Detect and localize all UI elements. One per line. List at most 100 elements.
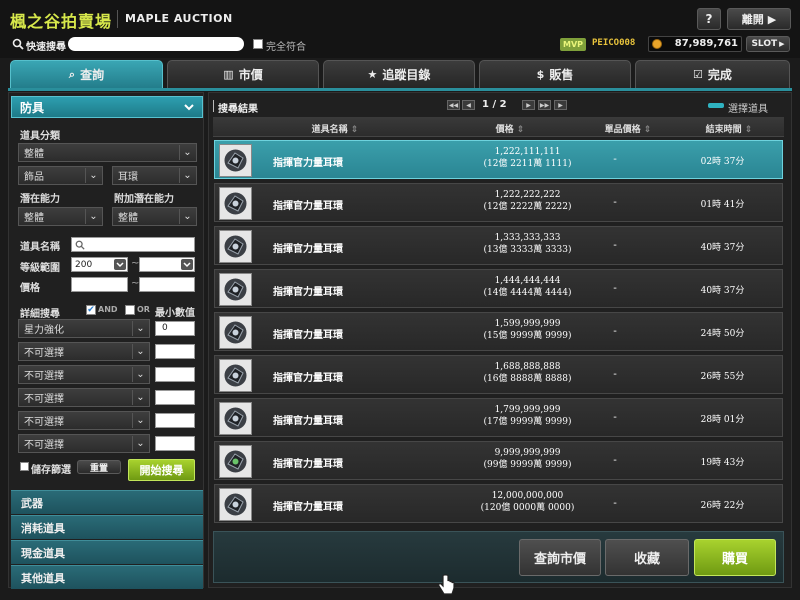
category-consumable[interactable]: 消耗道具 (11, 515, 203, 539)
jump-page-button[interactable]: ▶ (554, 100, 567, 110)
tab-complete[interactable]: ☑ 完成 (635, 60, 790, 88)
potential-label: 潛在能力 (20, 194, 60, 205)
column-header-item-name[interactable]: 道具名稱 ⇕ (300, 122, 370, 135)
item-price-value: 12,000,000,000 (491, 491, 564, 501)
tab-complete-label: 完成 (707, 68, 732, 82)
tab-sell-label: 販售 (549, 68, 574, 82)
chevron-down-icon (114, 259, 126, 270)
item-unit-price: - (613, 197, 617, 208)
detail-min-value-input[interactable] (155, 390, 195, 405)
tab-search[interactable]: ⌕ 查詢 (10, 60, 163, 88)
detail-option-dropdown[interactable]: 不可選擇 ⌄ (18, 365, 150, 384)
item-price-detail: (15億 9999萬 9999) (483, 331, 572, 341)
item-price-detail: (12億 2222萬 2222) (483, 202, 572, 212)
bonus-potential-dropdown[interactable]: 整體 ⌄ (112, 207, 197, 226)
tab-watchlist[interactable]: ★ 追蹤目錄 (323, 60, 475, 88)
column-header-end-time[interactable]: 結束時間 ⇕ (694, 122, 764, 135)
detail-min-value-input[interactable]: 0 (155, 321, 195, 336)
tab-sell[interactable]: $ 販售 (479, 60, 631, 88)
detail-option-dropdown[interactable]: 不可選擇 ⌄ (18, 342, 150, 361)
sort-icon: ⇕ (516, 125, 525, 135)
column-header-price[interactable]: 價格 ⇕ (480, 122, 540, 135)
table-row[interactable]: 指揮官力量耳環 1,222,222,222 (12億 2222萬 2222) - 01時… (214, 183, 783, 222)
detail-option-dropdown[interactable]: 不可選擇 ⌄ (18, 434, 150, 453)
item-thumbnail (219, 230, 252, 263)
item-unit-price: - (613, 283, 617, 294)
table-row[interactable]: 指揮官力量耳環 1,444,444,444 (14億 4444萬 4444) - 40時… (214, 269, 783, 308)
item-price: 1,222,222,222 (12億 2222萬 2222) (455, 189, 600, 213)
select-item-toggle[interactable] (708, 103, 724, 108)
price-min-input[interactable] (71, 277, 128, 292)
save-filter-checkbox[interactable] (20, 462, 29, 471)
close-button[interactable]: 離開 ▶ (727, 8, 791, 30)
price-max-input[interactable] (139, 277, 195, 292)
exact-match-checkbox[interactable] (253, 39, 263, 49)
item-price-detail: (13億 3333萬 3333) (483, 245, 572, 255)
item-thumbnail (219, 187, 252, 220)
detail-min-value-input[interactable] (155, 367, 195, 382)
detail-option-dropdown[interactable]: 不可選擇 ⌄ (18, 411, 150, 430)
buy-button[interactable]: 購買 (694, 539, 776, 576)
table-row[interactable]: 指揮官力量耳環 1,599,999,999 (15億 9999萬 9999) - 24時… (214, 312, 783, 351)
level-min-select[interactable]: 200 (71, 257, 128, 272)
potential-dropdown[interactable]: 整體 ⌄ (18, 207, 103, 226)
or-checkbox[interactable] (125, 305, 135, 315)
item-name-label: 道具名稱 (20, 242, 60, 253)
item-price-value: 1,599,999,999 (494, 319, 561, 329)
category-etc[interactable]: 其他道具 (11, 565, 203, 589)
item-price-detail: (99億 9999萬 9999) (483, 460, 572, 470)
earring-icon (224, 278, 247, 301)
favorite-button[interactable]: 收藏 (605, 539, 689, 576)
search-icon (12, 38, 24, 50)
hand-cursor-icon (438, 574, 455, 595)
item-price-value: 9,999,999,999 (494, 448, 561, 458)
column-header-unit-price[interactable]: 單品價格 ⇕ (593, 122, 663, 135)
type-dropdown[interactable]: 耳環 ⌄ (112, 166, 197, 185)
item-end-time: 40時 37分 (700, 243, 745, 253)
search-icon (75, 240, 85, 250)
start-search-button[interactable]: 開始搜尋 (128, 459, 195, 481)
item-class-dropdown[interactable]: 整體 ⌄ (18, 143, 197, 162)
tab-market-price[interactable]: ▥ 市價 (167, 60, 319, 88)
detail-min-value-input[interactable] (155, 344, 195, 359)
slot-button[interactable]: SLOT ▶ (746, 36, 790, 52)
earring-icon (224, 450, 247, 473)
or-label: OR (137, 305, 150, 314)
item-price-detail: (12億 2211萬 1111) (483, 159, 572, 169)
last-page-button[interactable]: ▶▶ (538, 100, 551, 110)
table-row[interactable]: 指揮官力量耳環 1,333,333,333 (13億 3333萬 3333) - 40時… (214, 226, 783, 265)
level-max-select[interactable] (139, 257, 195, 272)
table-row[interactable]: 指揮官力量耳環 1,688,888,888 (16億 8888萬 8888) - 26時… (214, 355, 783, 394)
table-row[interactable]: 指揮官力量耳環 12,000,000,000 (120億 0000萬 0000) - 2… (214, 484, 783, 523)
item-end-time: 26時 55分 (700, 372, 745, 382)
first-page-button[interactable]: ◀◀ (447, 100, 460, 110)
and-checkbox[interactable]: ✔ (86, 305, 96, 315)
help-button[interactable]: ? (697, 8, 721, 30)
tab-market-price-label: 市價 (238, 68, 263, 82)
search-icon: ⌕ (68, 67, 76, 81)
item-price-detail: (120億 0000萬 0000) (480, 503, 575, 513)
detail-option-dropdown[interactable]: 不可選擇 ⌄ (18, 388, 150, 407)
category-armor-header[interactable]: 防具 (11, 96, 203, 118)
category-cash-item[interactable]: 現金道具 (11, 540, 203, 564)
sort-icon: ⇕ (744, 125, 753, 135)
table-row[interactable]: 指揮官力量耳環 1,799,999,999 (17億 9999萬 9999) - 28時… (214, 398, 783, 437)
quick-search-input[interactable] (68, 37, 244, 51)
sub-class-dropdown[interactable]: 飾品 ⌄ (18, 166, 103, 185)
detail-min-value-input[interactable] (155, 413, 195, 428)
checkbox-icon: ☑ (693, 68, 703, 81)
category-weapon[interactable]: 武器 (11, 490, 203, 514)
item-end-time: 26時 22分 (700, 501, 745, 511)
price-check-button[interactable]: 查詢市價 (519, 539, 601, 576)
prev-page-button[interactable]: ◀ (462, 100, 475, 110)
detail-option-dropdown[interactable]: 星力強化 ⌄ (18, 319, 150, 338)
reset-button[interactable]: 重置 (77, 460, 121, 474)
detail-min-value-input[interactable] (155, 436, 195, 451)
chevron-down-icon (184, 104, 194, 111)
table-row[interactable]: 指揮官力量耳環 9,999,999,999 (99億 9999萬 9999) - 19時… (214, 441, 783, 480)
table-row[interactable]: 指揮官力量耳環 1,222,111,111 (12億 2211萬 1111) - 02時… (214, 140, 783, 179)
next-page-button[interactable]: ▶ (522, 100, 535, 110)
item-name-input[interactable] (71, 237, 195, 252)
chevron-right-icon: ▶ (779, 40, 785, 48)
item-price-value: 1,222,111,111 (494, 147, 561, 157)
